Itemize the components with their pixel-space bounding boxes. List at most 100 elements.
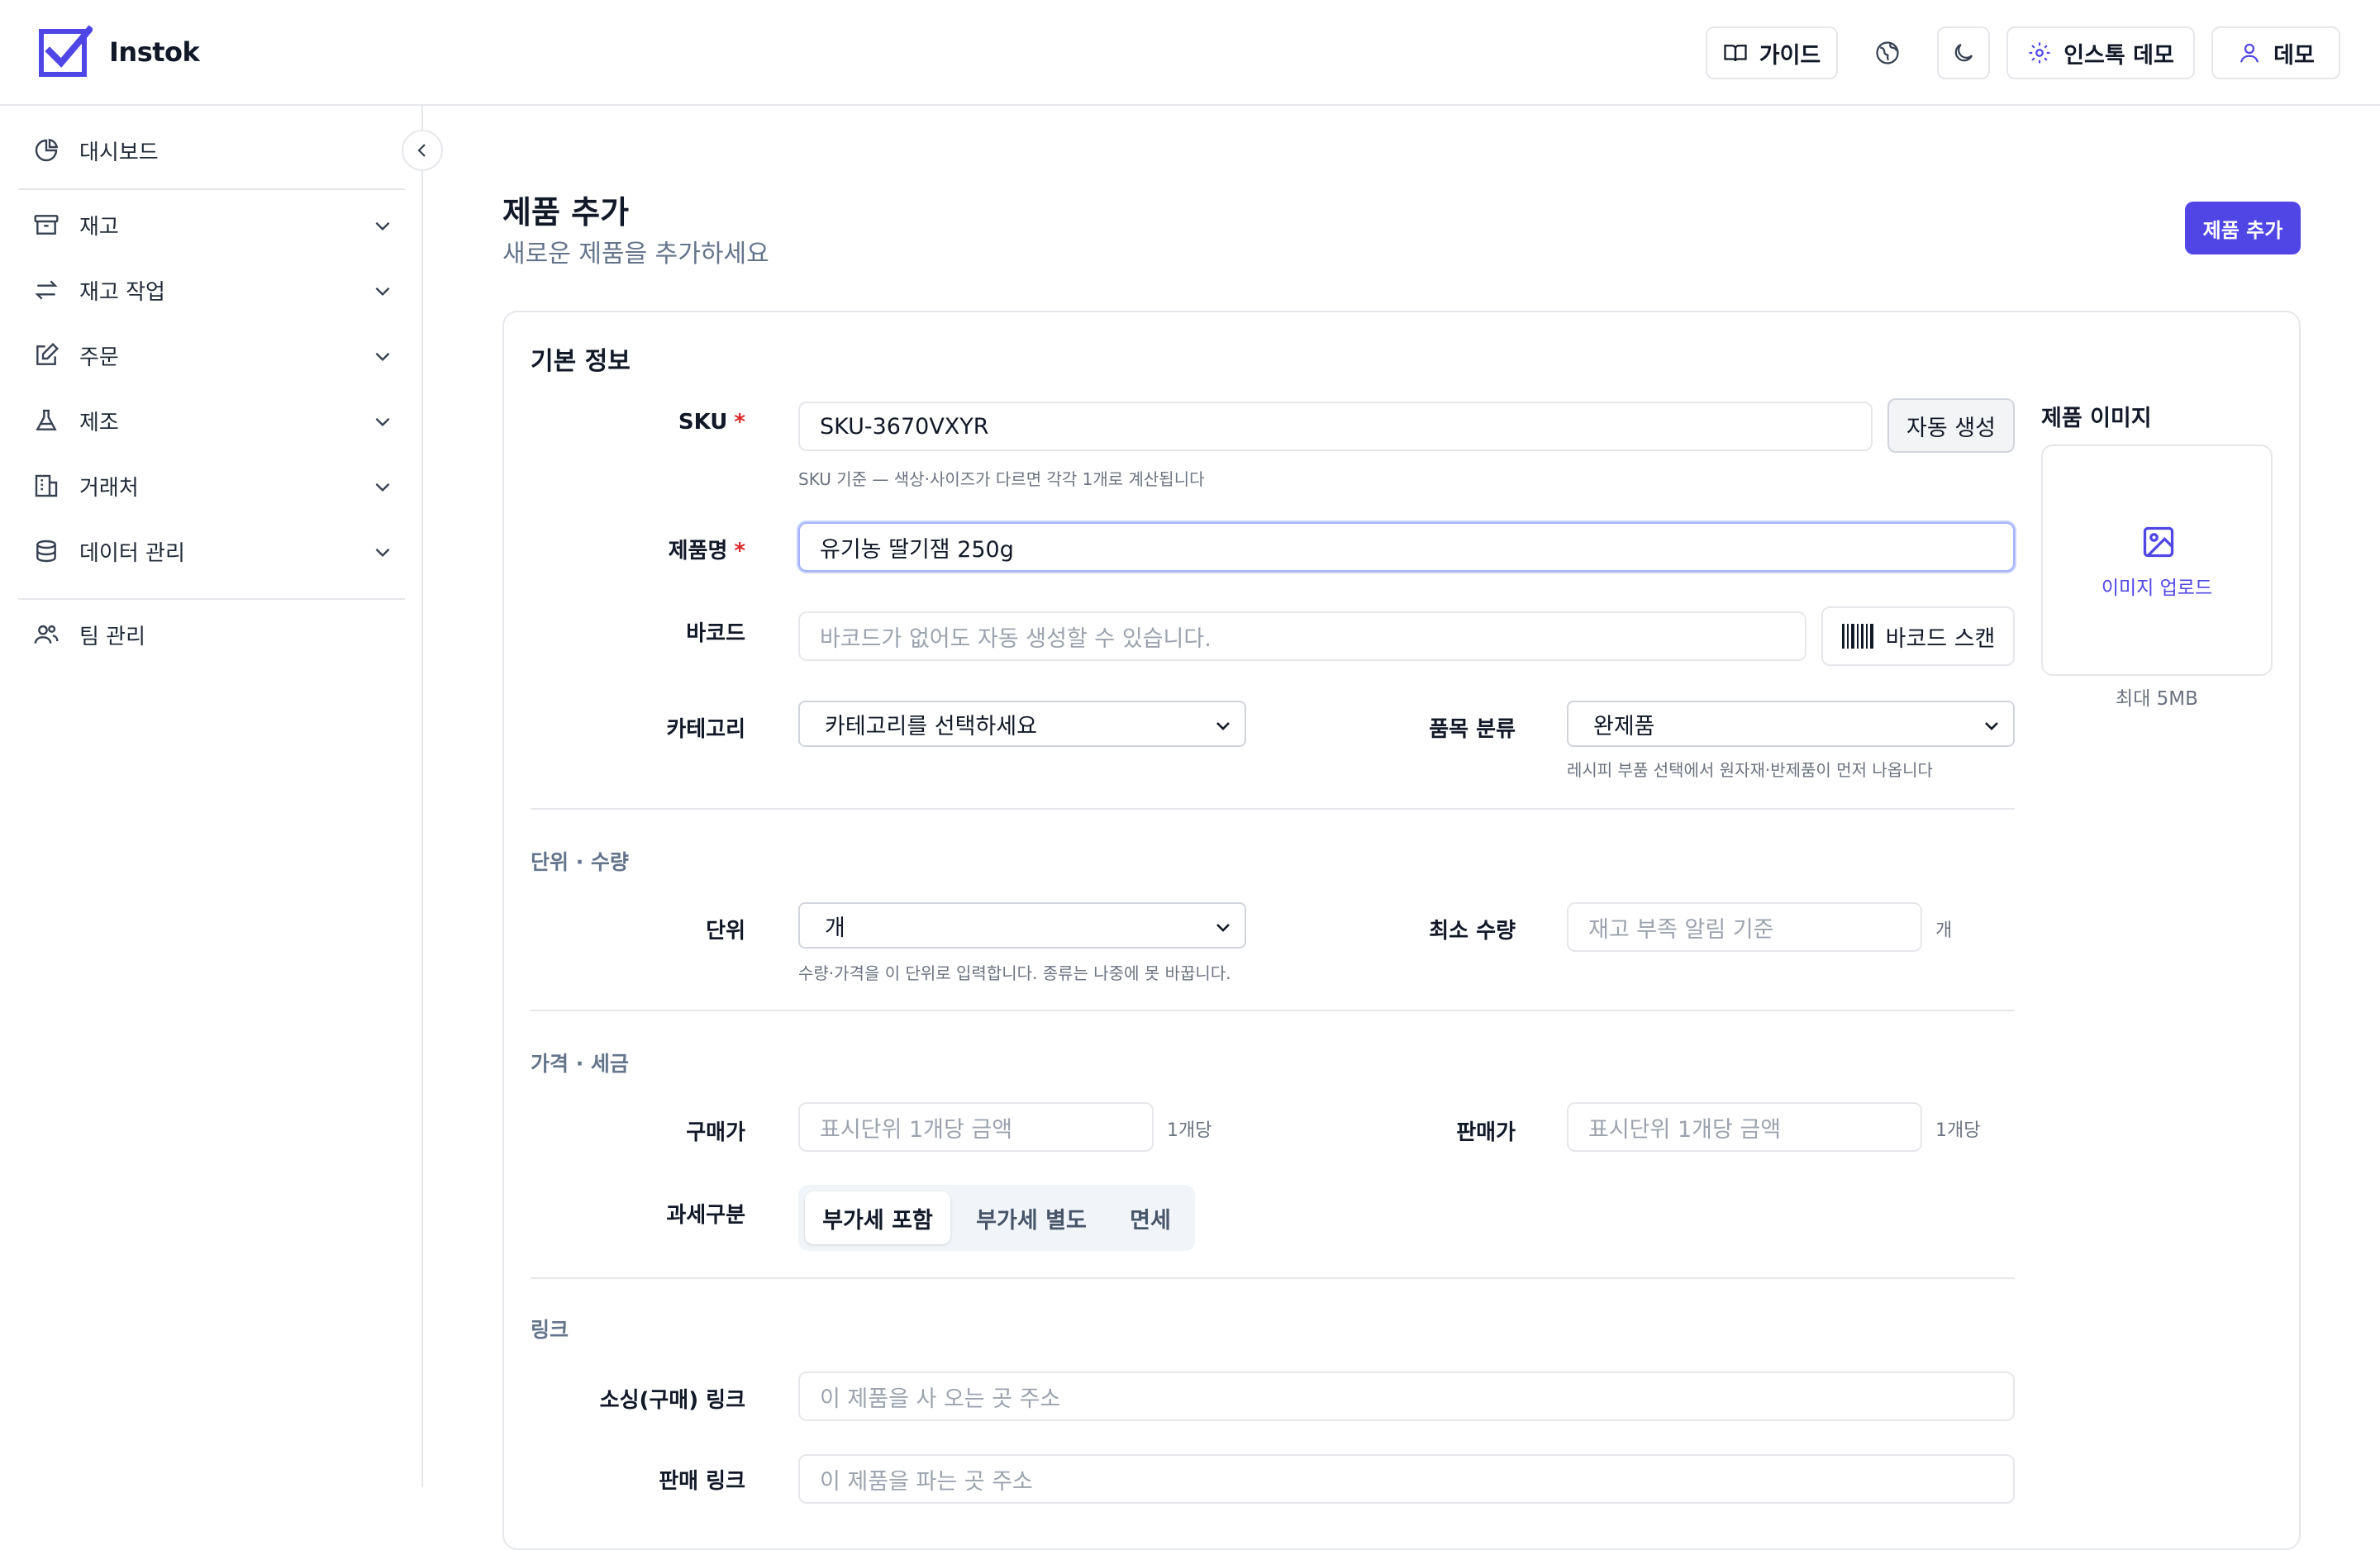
app-name: Instok — [109, 36, 200, 68]
sidebar-divider — [18, 188, 405, 190]
sale-price-input[interactable]: 표시단위 1개당 금액 — [1567, 1102, 1922, 1152]
sidebar-item-inventory-tasks[interactable]: 재고 작업 — [18, 265, 405, 315]
min-qty-input[interactable]: 재고 부족 알림 기준 — [1567, 902, 1922, 952]
image-upload-label: 이미지 업로드 — [2101, 578, 2213, 599]
sales-link-label: 판매 링크 — [659, 1469, 745, 1494]
sku-input[interactable]: SKU-3670VXYR — [798, 402, 1873, 451]
image-icon — [2143, 526, 2174, 558]
chevron-down-icon — [1216, 722, 1230, 730]
tax-type-label: 과세구분 — [666, 1203, 745, 1228]
item-type-hint: 레시피 부품 선택에서 원자재·반제품이 먼저 나옵니다 — [1567, 760, 1933, 780]
brand[interactable]: Instok — [38, 25, 200, 79]
chevron-down-icon — [375, 417, 390, 427]
section-title-links: 링크 — [531, 1318, 569, 1342]
unit-hint: 수량·가격을 이 단위로 입력합니다. 종류는 나중에 못 바꿉니다. — [798, 963, 1231, 983]
gear-icon — [2029, 42, 2050, 64]
sku-label-text: SKU — [678, 410, 728, 435]
purchase-price-input[interactable]: 표시단위 1개당 금액 — [798, 1102, 1154, 1152]
tax-type-segmented-control: 부가세 포함 부가세 별도 면세 — [798, 1185, 1195, 1251]
guide-label: 가이드 — [1759, 42, 1821, 69]
top-header: Instok 가이드 인스톡 데모 데모 — [0, 0, 2380, 106]
language-button[interactable] — [1863, 26, 1912, 79]
sidebar-divider — [18, 598, 405, 600]
sidebar-item-label: 팀 관리 — [79, 624, 146, 649]
page-title: 제품 추가 — [502, 194, 630, 231]
chevron-left-icon — [417, 144, 426, 157]
sidebar-item-label: 거래처 — [79, 475, 139, 501]
section-divider — [531, 808, 2015, 810]
category-select[interactable]: 카테고리를 선택하세요 — [798, 701, 1246, 747]
section-title-units: 단위 · 수량 — [531, 850, 629, 874]
sidebar-item-label: 재고 — [79, 214, 119, 240]
tax-option-vat-included[interactable]: 부가세 포함 — [805, 1191, 950, 1244]
purchase-price-suffix: 1개당 — [1167, 1120, 1212, 1141]
logo-icon — [39, 25, 93, 77]
sidebar-item-orders[interactable]: 주문 — [18, 330, 405, 380]
guide-button[interactable]: 가이드 — [1706, 26, 1838, 79]
sku-hint: SKU 기준 — 색상·사이즈가 다르면 각각 1개로 계산됩니다 — [798, 469, 1205, 489]
sidebar-item-label: 재고 작업 — [79, 279, 165, 305]
sales-link-input[interactable]: 이 제품을 파는 곳 주소 — [798, 1454, 2015, 1504]
sidebar-item-label: 대시보드 — [79, 140, 159, 165]
chevron-down-icon — [375, 352, 390, 362]
product-form-card — [502, 311, 2301, 1550]
user-menu-button[interactable]: 데모 — [2211, 26, 2340, 79]
barcode-label: 바코드 — [686, 621, 745, 646]
chevron-down-icon — [375, 221, 390, 231]
users-icon — [34, 625, 59, 644]
item-type-select[interactable]: 완제품 — [1567, 701, 2015, 747]
required-mark: * — [734, 410, 745, 435]
edit-square-icon — [36, 342, 60, 365]
sku-label: SKU * — [578, 410, 745, 435]
image-max-size: 최대 5MB — [2116, 688, 2198, 710]
sale-price-label: 판매가 — [1456, 1120, 1516, 1145]
sidebar-item-label: 제조 — [79, 410, 119, 435]
chevron-down-icon — [1216, 924, 1230, 932]
tax-option-vat-excluded[interactable]: 부가세 별도 — [957, 1191, 1106, 1244]
theme-toggle-button[interactable] — [1937, 26, 1990, 79]
section-title-basic-info: 기본 정보 — [531, 347, 631, 376]
unit-label: 단위 — [706, 919, 745, 944]
product-name-label: 제품명 * — [578, 534, 745, 564]
unit-select[interactable]: 개 — [798, 902, 1246, 949]
organization-button[interactable]: 인스톡 데모 — [2006, 26, 2195, 79]
page-subtitle: 새로운 제품을 추가하세요 — [502, 240, 769, 269]
chevron-down-icon — [375, 483, 390, 492]
globe-icon — [1876, 41, 1899, 64]
sidebar-item-partners[interactable]: 거래처 — [18, 461, 405, 511]
sourcing-link-label: 소싱(구매) 링크 — [599, 1388, 745, 1413]
category-select-value: 카테고리를 선택하세요 — [825, 713, 1037, 739]
section-divider — [531, 1010, 2015, 1011]
product-name-input[interactable]: 유기농 딸기잼 250g — [798, 522, 2015, 572]
sidebar-item-data-management[interactable]: 데이터 관리 — [18, 526, 405, 576]
sidebar-item-dashboard[interactable]: 대시보드 — [18, 126, 405, 175]
min-qty-unit-suffix: 개 — [1935, 920, 1953, 941]
sidebar-item-team[interactable]: 팀 관리 — [18, 610, 405, 659]
barcode-input[interactable]: 바코드가 없어도 자동 생성할 수 있습니다. — [798, 611, 1806, 661]
book-icon — [1724, 45, 1747, 62]
sidebar-item-label: 데이터 관리 — [79, 540, 185, 566]
barcode-icon — [1841, 624, 1873, 649]
sourcing-link-input[interactable]: 이 제품을 사 오는 곳 주소 — [798, 1372, 2015, 1421]
section-title-price-tax: 가격 · 세금 — [531, 1052, 629, 1076]
barcode-scan-button[interactable]: 바코드 스캔 — [1821, 606, 2015, 666]
user-icon — [2240, 43, 2259, 63]
sidebar-item-inventory[interactable]: 재고 — [18, 200, 405, 250]
purchase-price-label: 구매가 — [686, 1120, 745, 1145]
unit-select-value: 개 — [825, 915, 845, 941]
tax-option-tax-free[interactable]: 면세 — [1112, 1191, 1188, 1244]
organization-label: 인스톡 데모 — [2063, 42, 2174, 69]
min-qty-label: 최소 수량 — [1429, 919, 1516, 944]
database-icon — [36, 540, 56, 563]
chevron-down-icon — [375, 548, 390, 558]
add-product-button[interactable]: 제품 추가 — [2185, 202, 2301, 254]
sale-price-suffix: 1개당 — [1935, 1120, 1981, 1141]
image-upload-area[interactable]: 이미지 업로드 — [2041, 445, 2273, 676]
flask-icon — [36, 409, 57, 430]
sidebar-item-manufacturing[interactable]: 제조 — [18, 396, 405, 445]
auto-generate-sku-button[interactable]: 자동 생성 — [1887, 398, 2015, 453]
sidebar-collapse-button[interactable] — [402, 130, 443, 171]
item-type-label: 품목 분류 — [1429, 717, 1516, 742]
auto-generate-label: 자동 생성 — [1906, 415, 1996, 441]
building-icon — [35, 474, 58, 497]
